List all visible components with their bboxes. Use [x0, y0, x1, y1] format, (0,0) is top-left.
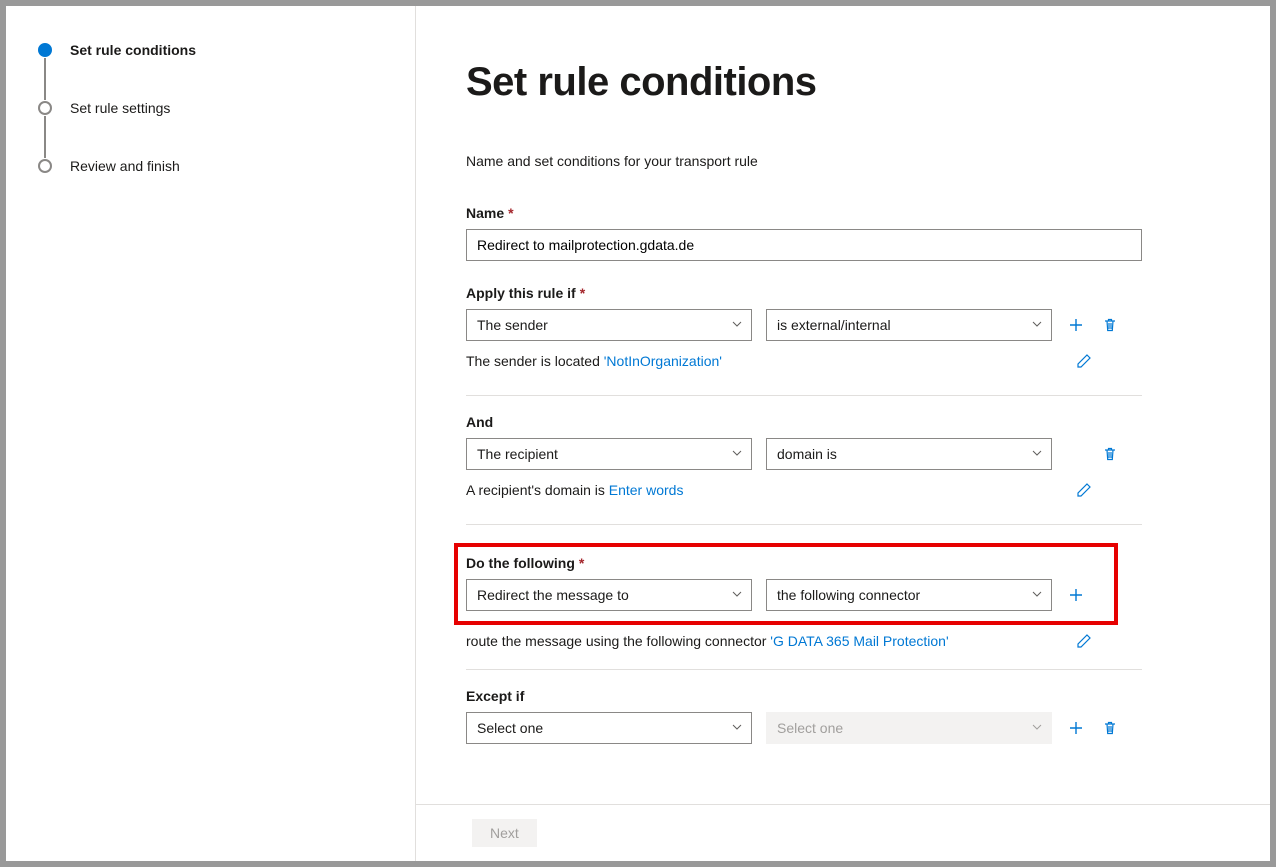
step-set-rule-conditions[interactable]: Set rule conditions [38, 42, 415, 58]
divider [466, 524, 1142, 525]
and-section: And The recipient domain is [466, 414, 1196, 500]
name-label: Name [466, 205, 504, 221]
chevron-down-icon [1031, 720, 1043, 736]
delete-condition-button[interactable] [1100, 315, 1120, 335]
apply-if-label: Apply this rule if [466, 285, 576, 301]
add-exception-button[interactable] [1066, 718, 1086, 738]
step-dot-icon [38, 159, 52, 173]
apply-if-section: Apply this rule if * The sender is exter… [466, 285, 1196, 371]
wizard-footer: Next [416, 804, 1270, 861]
delete-and-condition-button[interactable] [1100, 444, 1120, 464]
except-if-condition-select[interactable]: Select one [466, 712, 752, 744]
wizard-steps-sidebar: Set rule conditions Set rule settings Re… [6, 6, 416, 861]
edit-condition-button[interactable] [1074, 351, 1094, 371]
step-connector [44, 116, 46, 158]
except-if-value-select: Select one [766, 712, 1052, 744]
rule-name-input[interactable] [466, 229, 1142, 261]
select-value: Select one [477, 720, 543, 736]
required-indicator: * [508, 205, 513, 221]
apply-if-value-select[interactable]: is external/internal [766, 309, 1052, 341]
and-helper-text: A recipient's domain is Enter words [466, 482, 683, 498]
page-title: Set rule conditions [466, 60, 1196, 105]
apply-if-helper-text: The sender is located 'NotInOrganization… [466, 353, 722, 369]
select-value: The recipient [477, 446, 558, 462]
and-condition-select[interactable]: The recipient [466, 438, 752, 470]
enter-words-link[interactable]: Enter words [609, 482, 684, 498]
step-set-rule-settings[interactable]: Set rule settings [38, 100, 415, 116]
next-button: Next [472, 819, 537, 847]
page-subtitle: Name and set conditions for your transpo… [466, 153, 1196, 169]
required-indicator: * [579, 555, 584, 571]
chevron-down-icon [1031, 587, 1043, 603]
step-label: Set rule settings [70, 100, 170, 116]
except-if-label: Except if [466, 688, 524, 704]
add-action-button[interactable] [1066, 585, 1086, 605]
select-value: is external/internal [777, 317, 891, 333]
step-dot-icon [38, 43, 52, 57]
chevron-down-icon [731, 317, 743, 333]
step-label: Set rule conditions [70, 42, 196, 58]
step-label: Review and finish [70, 158, 180, 174]
main-panel: Set rule conditions Name and set conditi… [416, 6, 1270, 861]
do-the-following-highlight: Do the following * Redirect the message … [454, 543, 1118, 625]
apply-if-condition-select[interactable]: The sender [466, 309, 752, 341]
required-indicator: * [580, 285, 585, 301]
select-value: The sender [477, 317, 548, 333]
chevron-down-icon [731, 587, 743, 603]
step-review-and-finish[interactable]: Review and finish [38, 158, 415, 174]
select-placeholder: Select one [777, 720, 843, 736]
step-dot-icon [38, 101, 52, 115]
except-if-section: Except if Select one Select one [466, 688, 1196, 744]
and-value-select[interactable]: domain is [766, 438, 1052, 470]
step-connector [44, 58, 46, 100]
connector-link[interactable]: 'G DATA 365 Mail Protection' [770, 633, 948, 649]
action-target-select[interactable]: the following connector [766, 579, 1052, 611]
name-section: Name * [466, 205, 1196, 261]
divider [466, 395, 1142, 396]
chevron-down-icon [1031, 317, 1043, 333]
do-following-label: Do the following [466, 555, 575, 571]
chevron-down-icon [731, 720, 743, 736]
action-helper-text: route the message using the following co… [466, 633, 949, 649]
edit-and-condition-button[interactable] [1074, 480, 1094, 500]
edit-action-button[interactable] [1074, 631, 1094, 651]
select-value: the following connector [777, 587, 920, 603]
sender-location-link[interactable]: 'NotInOrganization' [604, 353, 722, 369]
divider [466, 669, 1142, 670]
select-value: Redirect the message to [477, 587, 629, 603]
select-value: domain is [777, 446, 837, 462]
and-label: And [466, 414, 493, 430]
chevron-down-icon [1031, 446, 1043, 462]
delete-exception-button[interactable] [1100, 718, 1120, 738]
add-condition-button[interactable] [1066, 315, 1086, 335]
chevron-down-icon [731, 446, 743, 462]
action-select[interactable]: Redirect the message to [466, 579, 752, 611]
